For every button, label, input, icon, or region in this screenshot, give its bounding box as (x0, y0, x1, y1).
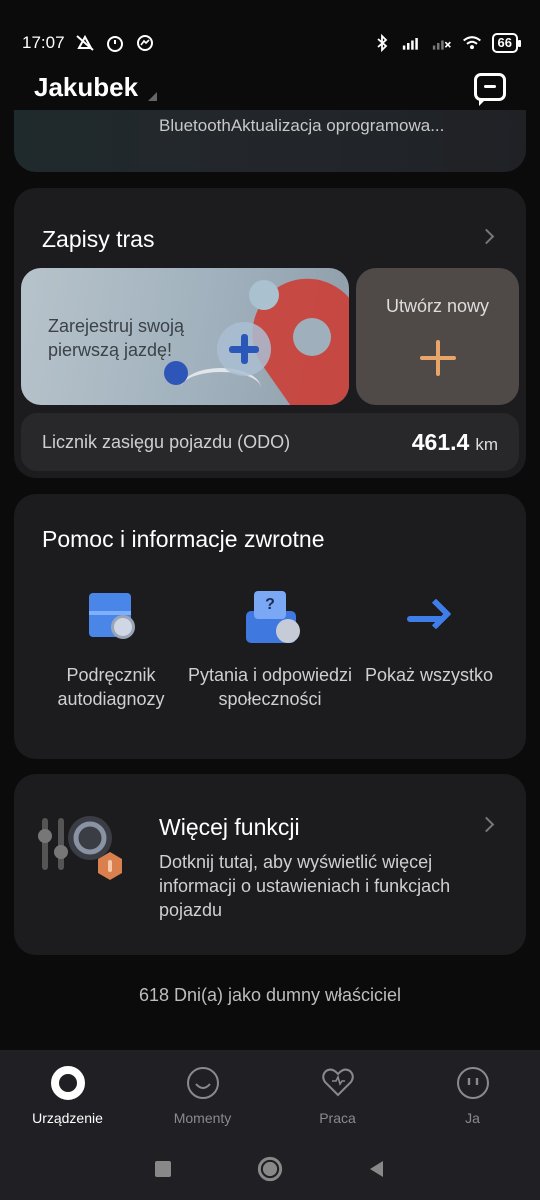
first-ride-banner[interactable]: Zarejestruj swoją pierwszą jazdę! (21, 268, 349, 405)
chevron-right-icon[interactable] (478, 228, 495, 245)
mute-icon (75, 34, 94, 51)
bottom-navigation: Urządzenie Momenty Praca Ja (0, 1050, 540, 1138)
nav-label: Momenty (173, 1110, 232, 1126)
nav-label: Praca (319, 1110, 356, 1126)
nav-me[interactable]: Ja (405, 1050, 540, 1138)
odometer-label: Licznik zasięgu pojazdu (ODO) (42, 431, 291, 452)
clock: 17:07 (22, 33, 65, 52)
messenger-icon (136, 35, 153, 51)
plus-circle-icon (217, 322, 271, 376)
status-bar: 17:07 66 (0, 0, 540, 64)
help-item-label: Podręcznik autodiagnozy (57, 665, 165, 709)
routes-title[interactable]: Zapisy tras (42, 226, 154, 253)
signal-icon (402, 38, 418, 50)
device-icon (50, 1066, 85, 1100)
signal-off-icon (432, 40, 451, 50)
routes-card: Zapisy tras Zarejestruj swoją pierwszą j… (14, 188, 526, 478)
ownership-days: 618 Dni(a) jako dumny właściciel (138, 985, 402, 1005)
manual-search-icon (81, 589, 141, 649)
plus-icon (420, 340, 456, 376)
nav-device[interactable]: Urządzenie (0, 1050, 135, 1138)
help-item-label: Pokaż wszystko (364, 665, 494, 685)
community-qa[interactable]: ? Pytania i odpowiedzi społeczności (185, 589, 355, 711)
odometer-unit: km (475, 434, 498, 454)
moments-icon (186, 1067, 219, 1099)
more-features-title: Więcej funkcji (159, 814, 300, 840)
question-mail-icon: ? (240, 589, 300, 649)
back-icon[interactable] (366, 1158, 388, 1180)
settings-sliders-icon (38, 816, 122, 880)
help-card: Pomoc i informacje zwrotne Podręcznik au… (14, 494, 526, 759)
header: Jakubek (0, 64, 540, 110)
firmware-card[interactable]: BluetoothAktualizacja oprogramowa... (14, 110, 526, 172)
battery-indicator: 66 (491, 33, 522, 53)
self-diagnosis-manual[interactable]: Podręcznik autodiagnozy (26, 589, 196, 711)
help-item-label: Pytania i odpowiedzi społeczności (187, 665, 353, 709)
nav-moments[interactable]: Momenty (135, 1050, 270, 1138)
bluetooth-icon (376, 34, 387, 52)
account-switcher[interactable]: Jakubek (34, 71, 158, 103)
heart-icon (321, 1068, 354, 1097)
messages-icon[interactable] (474, 73, 506, 106)
caret-icon (148, 91, 158, 101)
system-navigation-bar (0, 1138, 540, 1200)
recents-icon[interactable] (152, 1158, 174, 1180)
create-new-button[interactable]: Utwórz nowy (356, 268, 519, 405)
help-title: Pomoc i informacje zwrotne (42, 526, 325, 552)
chevron-right-icon (478, 816, 495, 833)
nav-label: Ja (465, 1110, 480, 1126)
odometer-row: Licznik zasięgu pojazdu (ODO) 461.4 km (21, 413, 519, 471)
odometer-value: 461.4 (411, 428, 470, 455)
first-ride-text: Zarejestruj swoją pierwszą jazdę! (48, 316, 185, 360)
decor-ball (249, 280, 279, 310)
account-name: Jakubek (34, 71, 139, 102)
create-new-label: Utwórz nowy (385, 296, 490, 316)
show-all-button[interactable]: Pokaż wszystko (344, 589, 514, 687)
nav-work[interactable]: Praca (270, 1050, 405, 1138)
more-features-card[interactable]: Więcej funkcji Dotknij tutaj, aby wyświe… (14, 774, 526, 955)
home-icon[interactable] (257, 1156, 283, 1182)
nav-label: Urządzenie (32, 1110, 103, 1126)
arrow-right-icon (399, 589, 459, 649)
alarm-icon (106, 36, 123, 52)
more-features-description: Dotknij tutaj, aby wyświetlić więcej inf… (159, 852, 451, 920)
profile-face-icon (456, 1067, 489, 1099)
firmware-card-text: BluetoothAktualizacja oprogramowa... (159, 116, 445, 135)
decor-ball-blue (164, 361, 188, 385)
wifi-icon (462, 36, 481, 50)
